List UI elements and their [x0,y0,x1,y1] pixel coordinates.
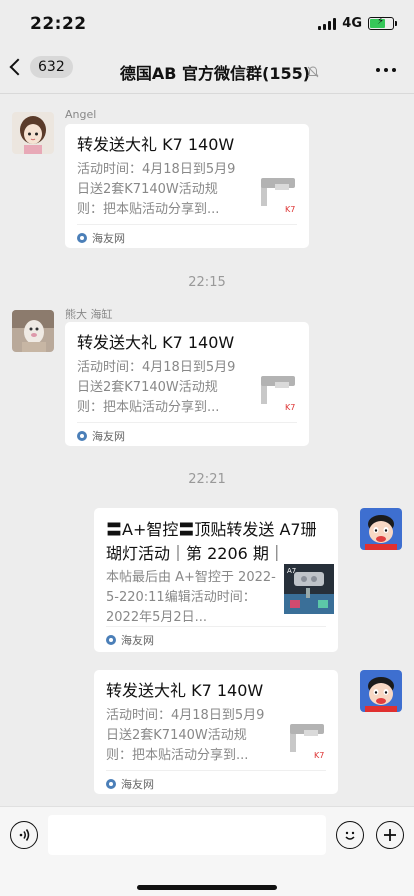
source-icon [77,431,87,441]
network-type: 4G [342,16,362,31]
source-icon [106,635,116,645]
sender-name: Angel [65,108,97,121]
avatar[interactable] [360,508,402,550]
emoji-icon [345,831,355,840]
source-label: 海友网 [121,778,154,791]
svg-text:K7: K7 [314,751,324,760]
card-source: 海友网 [106,776,154,792]
source-label: 海友网 [92,232,125,245]
message-input[interactable] [48,815,326,855]
status-icons: 4G ⚡ [318,16,397,31]
nav-bar: 632 德国AB 官方微信群(155) [0,48,414,94]
avatar[interactable] [12,310,54,352]
time-separator: 22:21 [188,472,226,487]
voice-icon [19,829,30,841]
card-description: 活动时间：4月18日到5月9日送2套K7140W活动规则：把本贴活动分享到... [77,360,236,415]
card-source: 海友网 [77,230,125,246]
source-icon [77,233,87,243]
battery-icon: ⚡ [368,16,397,30]
svg-text:A7: A7 [287,567,296,575]
shared-link-card[interactable]: 转发送大礼 K7 140W 活动时间：4月18日到5月9日送2套K7140W活动… [65,124,309,248]
status-time: 22:22 [30,14,87,34]
product-thumbnail: K7 [284,714,334,764]
card-description: 本帖最后由 A+智控于 2022-5-220:11编辑活动时间：2022年5月2… [106,570,276,625]
voice-button[interactable] [10,821,38,849]
shared-link-card[interactable]: 转发送大礼 K7 140W 活动时间：4月18日到5月9日送2套K7140W活动… [65,322,309,446]
more-functions-button[interactable] [376,821,404,849]
card-source: 海友网 [77,428,125,444]
unread-count-badge: 632 [30,56,73,78]
product-thumbnail: K7 [255,366,305,416]
input-bar [0,806,414,896]
status-bar: 22:22 4G ⚡ [0,0,414,48]
sender-name: 熊大 海缸 [65,308,113,321]
chat-title: 德国AB 官方微信群(155) [119,64,311,83]
signal-icon [318,17,337,30]
avatar[interactable] [360,670,402,712]
back-button[interactable]: 632 [9,56,73,78]
back-chevron-icon [9,58,27,76]
card-title: 转发送大礼 K7 140W [77,135,235,154]
card-title: 转发送大礼 K7 140W [106,681,264,700]
emoji-button[interactable] [336,821,364,849]
shared-link-card[interactable]: 〓A+智控〓顶贴转发送 A7珊瑚灯活动｜第 2206 期｜ 本帖最后由 A+智控… [94,508,338,652]
time-separator: 22:15 [188,275,226,290]
product-thumbnail: K7 [255,168,305,218]
card-description: 活动时间：4月18日到5月9日送2套K7140W活动规则：把本贴活动分享到... [77,162,236,217]
mute-bell-icon [307,66,319,78]
shared-link-card[interactable]: 转发送大礼 K7 140W 活动时间：4月18日到5月9日送2套K7140W活动… [94,670,338,794]
card-source: 海友网 [106,632,154,648]
chat-area[interactable]: Angel 转发送大礼 K7 140W 活动时间：4月18日到5月9日送2套K7… [0,94,414,806]
card-title: 转发送大礼 K7 140W [77,333,235,352]
svg-text:K7: K7 [285,403,295,412]
svg-text:K7: K7 [285,205,295,214]
source-label: 海友网 [92,430,125,443]
home-indicator [137,885,277,890]
card-title: 〓A+智控〓顶贴转发送 A7珊瑚灯活动｜第 2206 期｜ [106,520,317,563]
plus-icon [384,829,396,841]
card-description: 活动时间：4月18日到5月9日送2套K7140W活动规则：把本贴活动分享到... [106,708,265,763]
source-label: 海友网 [121,634,154,647]
source-icon [106,779,116,789]
avatar[interactable] [12,112,54,154]
product-thumbnail: A7 [284,564,334,614]
more-button[interactable] [376,68,396,72]
